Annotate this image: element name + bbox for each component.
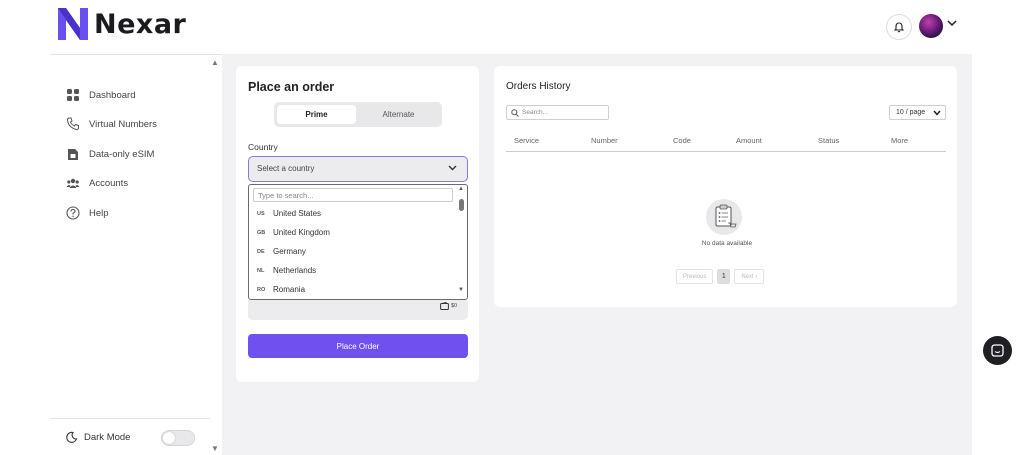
scroll-up-arrow[interactable]: ▲: [458, 186, 464, 192]
card-title: Place an order: [248, 80, 335, 94]
sidebar-item-accounts[interactable]: Accounts: [66, 176, 128, 190]
tab-alternate[interactable]: Alternate: [358, 105, 439, 124]
chevron-down-icon: [933, 110, 941, 116]
sidebar-item-label: Accounts: [89, 177, 129, 189]
notifications-button[interactable]: [886, 14, 912, 40]
chat-launcher-button[interactable]: [983, 336, 1012, 365]
country-option-de[interactable]: DE Germany: [249, 242, 455, 261]
user-avatar[interactable]: [919, 14, 943, 38]
brand-name: Nexar: [94, 8, 187, 40]
empty-state-text: No data available: [701, 240, 753, 247]
column-header[interactable]: Status: [818, 136, 839, 145]
nexar-logo-icon: [58, 8, 88, 40]
dark-mode-label-group: Dark Mode: [66, 431, 130, 443]
users-icon: [66, 178, 80, 188]
column-header[interactable]: Number: [591, 136, 618, 145]
search-placeholder: Search...: [522, 109, 549, 116]
sidebar-item-label: Data-only eSIM: [89, 148, 155, 160]
country-name: United States: [273, 209, 322, 218]
country-search-input[interactable]: Type to search...: [253, 188, 453, 202]
next-label: Next: [741, 273, 754, 280]
empty-clipboard-icon: [706, 199, 742, 235]
country-option-ro[interactable]: RO Romania: [249, 280, 455, 299]
sidebar: ▲ Dashboard Virtual Numbers Data-only eS…: [50, 54, 222, 455]
country-dropdown: Type to search... US United States GB Un…: [248, 184, 468, 300]
dropdown-scrollbar[interactable]: ▲ ▼: [457, 186, 467, 298]
column-header[interactable]: More: [891, 136, 908, 145]
sidebar-item-dashboard[interactable]: Dashboard: [66, 88, 135, 102]
previous-label: Previous: [683, 273, 707, 280]
country-code: US: [257, 210, 265, 217]
price-box: $0: [248, 300, 468, 320]
phone-icon: [66, 117, 79, 131]
country-option-us[interactable]: US United States: [249, 204, 455, 223]
per-page-select[interactable]: 10 / page: [889, 105, 946, 120]
sim-icon: [68, 149, 78, 160]
country-code: DE: [257, 248, 265, 255]
sidebar-item-label: Virtual Numbers: [89, 118, 157, 130]
tab-prime[interactable]: Prime: [277, 105, 356, 124]
provider-tabs: Prime Alternate: [274, 102, 442, 127]
previous-page-button[interactable]: Previous: [676, 269, 714, 284]
history-search-input[interactable]: Search...: [506, 105, 609, 120]
brand-logo[interactable]: Nexar: [58, 8, 186, 40]
column-header[interactable]: Amount: [736, 136, 762, 145]
dark-mode-toggle[interactable]: [161, 430, 195, 446]
sidebar-scroll-down[interactable]: ▼: [211, 444, 219, 453]
country-code: GB: [257, 229, 266, 236]
wallet-balance: $0: [440, 302, 457, 310]
moon-icon: [66, 431, 78, 443]
column-header[interactable]: Service: [514, 136, 539, 145]
main-content: Place an order Prime Alternate Country S…: [222, 54, 972, 455]
chat-icon: [991, 344, 1004, 357]
country-option-nl[interactable]: NL Netherlands: [249, 261, 455, 280]
sidebar-item-virtual-numbers[interactable]: Virtual Numbers: [66, 117, 157, 131]
table-header: Service Number Code Amount Status More: [506, 130, 946, 152]
history-title: Orders History: [506, 81, 571, 92]
search-icon: [511, 108, 519, 117]
orders-history-card: Orders History Search... 10 / page Servi…: [494, 66, 957, 307]
country-name: Romania: [273, 285, 306, 294]
place-order-card: Place an order Prime Alternate Country S…: [236, 66, 479, 382]
place-order-button[interactable]: Place Order: [248, 334, 468, 358]
grid-icon: [67, 89, 79, 101]
bell-icon: [894, 21, 904, 32]
sidebar-item-help[interactable]: Help: [66, 206, 109, 220]
chevron-down-icon[interactable]: [947, 20, 957, 27]
country-select[interactable]: Select a country: [248, 156, 468, 182]
wallet-amount: $0: [451, 303, 458, 309]
sidebar-item-label: Dashboard: [89, 89, 136, 101]
country-option-gb[interactable]: GB United Kingdom: [249, 223, 455, 242]
country-code: RO: [257, 286, 266, 293]
per-page-value: 10 / page: [896, 109, 926, 116]
country-select-value: Select a country: [257, 164, 315, 173]
help-icon: [66, 206, 80, 220]
top-header: Nexar: [0, 0, 1024, 54]
country-name: Netherlands: [273, 266, 317, 275]
next-page-button[interactable]: Next ›: [734, 269, 765, 284]
sidebar-item-esim[interactable]: Data-only eSIM: [66, 147, 154, 161]
sidebar-item-label: Help: [89, 207, 109, 219]
page-number[interactable]: 1: [717, 269, 731, 284]
dark-mode-label: Dark Mode: [84, 431, 131, 443]
column-header[interactable]: Code: [673, 136, 691, 145]
pagination: Previous 1 Next ›: [676, 269, 765, 284]
country-code: NL: [257, 267, 265, 274]
sidebar-footer: Dark Mode: [50, 418, 210, 455]
chevron-down-icon: [448, 165, 457, 171]
scrollbar-thumb[interactable]: [459, 199, 464, 211]
country-name: Germany: [273, 247, 306, 256]
scroll-down-arrow[interactable]: ▼: [458, 287, 464, 293]
sidebar-scroll-up[interactable]: ▲: [211, 58, 219, 67]
country-name: United Kingdom: [273, 228, 330, 237]
wallet-icon: [440, 302, 449, 310]
country-label: Country: [248, 142, 278, 152]
